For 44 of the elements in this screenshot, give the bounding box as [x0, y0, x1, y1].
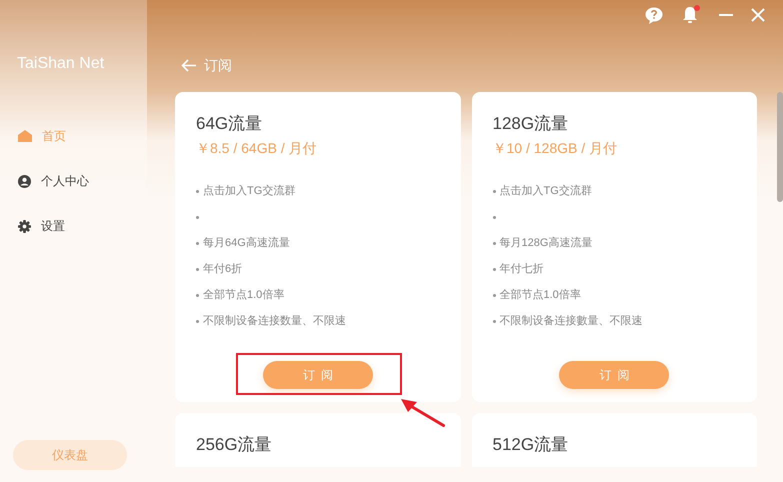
plan-feature: 点击加入TG交流群 — [203, 184, 296, 199]
bullet-icon — [196, 268, 199, 270]
pointer-arrow — [400, 399, 445, 427]
nav-item[interactable]: 首页 — [18, 126, 66, 146]
bullet-icon — [492, 294, 496, 296]
plan-name: 512G流量 — [492, 434, 568, 456]
bullet-icon — [196, 190, 199, 192]
dashboard-button[interactable]: 仪表盘 — [13, 440, 127, 470]
bullet-icon — [492, 190, 496, 192]
plan-feature: 不限制设备连接数量、不限速 — [203, 314, 346, 329]
bullet-icon — [196, 242, 199, 244]
plan-feature: 点击加入TG交流群 — [500, 184, 592, 199]
nav-item[interactable]: 设置 — [18, 216, 65, 236]
plan-feature: 年付七折 — [500, 262, 544, 277]
bullet-icon — [196, 320, 199, 322]
user-icon — [18, 174, 31, 188]
back-link[interactable]: 订阅 — [181, 55, 232, 76]
home-icon — [18, 130, 32, 142]
plan-feature: 全部节点1.0倍率 — [203, 288, 284, 303]
plan-feature: 不限制设备连接數量、不限速 — [500, 314, 642, 329]
close-icon[interactable] — [751, 8, 765, 22]
subscribe-button[interactable]: 订阅 — [559, 361, 670, 389]
bell-icon[interactable] — [681, 5, 701, 25]
plan-name: 256G流量 — [196, 434, 272, 456]
gear-icon — [18, 220, 31, 232]
app-brand: TaiShan Net — [17, 54, 104, 74]
bullet-icon — [492, 320, 496, 322]
subscribe-button[interactable]: 订阅 — [262, 361, 373, 389]
plan-feature: 每月128G高速流量 — [500, 236, 592, 251]
plan-feature: 全部节点1.0倍率 — [500, 288, 581, 303]
plan-feature: 每月64G高速流量 — [203, 236, 290, 251]
bullet-icon — [492, 216, 496, 218]
plan-price: ￥10 / 128GB / 月付 — [492, 139, 617, 158]
bullet-icon — [492, 242, 496, 244]
plan-price: ￥8.5 / 64GB / 月付 — [196, 139, 317, 158]
bullet-icon — [196, 294, 199, 296]
back-arrow-icon — [181, 59, 196, 72]
plan-feature: 年付6折 — [203, 262, 242, 277]
bullet-icon — [492, 268, 496, 270]
help-icon[interactable] — [645, 6, 663, 24]
plan-name: 128G流量 — [492, 113, 568, 135]
bullet-icon — [196, 216, 199, 218]
plan-name: 64G流量 — [196, 113, 262, 135]
nav-item[interactable]: 个人中心 — [18, 171, 89, 191]
